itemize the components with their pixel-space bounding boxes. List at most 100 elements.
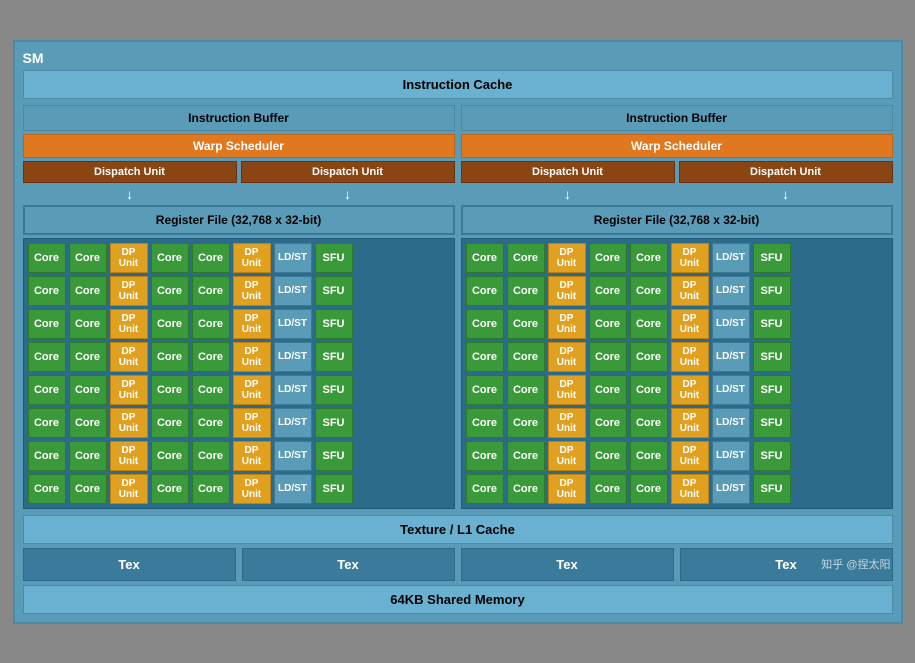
core: Core xyxy=(69,309,107,339)
left-arrow-2: ↓ xyxy=(241,186,455,202)
core: Core xyxy=(507,474,545,504)
dp-unit: DPUnit xyxy=(548,474,586,504)
core: Core xyxy=(507,276,545,306)
core: Core xyxy=(466,441,504,471)
instruction-cache: Instruction Cache xyxy=(23,70,893,99)
left-core-row-5: Core Core DPUnit Core Core DPUnit LD/ST … xyxy=(28,375,450,405)
core: Core xyxy=(28,276,66,306)
sfu: SFU xyxy=(315,276,353,306)
dp-unit: DPUnit xyxy=(233,375,271,405)
sfu: SFU xyxy=(315,309,353,339)
core: Core xyxy=(630,276,668,306)
core: Core xyxy=(192,408,230,438)
core: Core xyxy=(192,474,230,504)
sfu: SFU xyxy=(753,309,791,339)
core: Core xyxy=(589,243,627,273)
ldst: LD/ST xyxy=(274,375,312,405)
core: Core xyxy=(151,243,189,273)
right-dispatch-row: Dispatch Unit Dispatch Unit xyxy=(461,161,893,183)
core: Core xyxy=(630,474,668,504)
left-dispatch-unit-1: Dispatch Unit xyxy=(23,161,237,183)
core: Core xyxy=(507,441,545,471)
right-arrow-1: ↓ xyxy=(461,186,675,202)
right-dispatch-unit-1: Dispatch Unit xyxy=(461,161,675,183)
ldst: LD/ST xyxy=(274,243,312,273)
sfu: SFU xyxy=(753,276,791,306)
left-core-row-3: Core Core DPUnit Core Core DPUnit LD/ST … xyxy=(28,309,450,339)
right-core-row-3: Core Core DPUnit Core Core DPUnit LD/ST … xyxy=(466,309,888,339)
dp-unit: DPUnit xyxy=(548,441,586,471)
core: Core xyxy=(69,474,107,504)
right-core-row-4: Core Core DPUnit Core Core DPUnit LD/ST … xyxy=(466,342,888,372)
dp-unit: DPUnit xyxy=(110,342,148,372)
core: Core xyxy=(589,441,627,471)
left-core-row-7: Core Core DPUnit Core Core DPUnit LD/ST … xyxy=(28,441,450,471)
right-core-row-5: Core Core DPUnit Core Core DPUnit LD/ST … xyxy=(466,375,888,405)
dp-unit: DPUnit xyxy=(548,408,586,438)
left-warp-scheduler: Warp Scheduler xyxy=(23,134,455,158)
tex-1: Tex xyxy=(23,548,236,581)
two-column-layout: Instruction Buffer Warp Scheduler Dispat… xyxy=(23,105,893,509)
dp-unit: DPUnit xyxy=(548,375,586,405)
texture-l1-cache: Texture / L1 Cache xyxy=(23,515,893,544)
sfu: SFU xyxy=(753,408,791,438)
ldst: LD/ST xyxy=(274,276,312,306)
dp-unit: DPUnit xyxy=(110,474,148,504)
ldst: LD/ST xyxy=(712,408,750,438)
core: Core xyxy=(466,408,504,438)
core: Core xyxy=(630,342,668,372)
core: Core xyxy=(589,375,627,405)
left-register-file: Register File (32,768 x 32-bit) xyxy=(23,205,455,235)
core: Core xyxy=(630,243,668,273)
core: Core xyxy=(630,375,668,405)
ldst: LD/ST xyxy=(712,276,750,306)
core: Core xyxy=(192,309,230,339)
left-arrow-1: ↓ xyxy=(23,186,237,202)
core: Core xyxy=(589,342,627,372)
sfu: SFU xyxy=(315,375,353,405)
core: Core xyxy=(466,309,504,339)
right-register-file: Register File (32,768 x 32-bit) xyxy=(461,205,893,235)
core: Core xyxy=(466,276,504,306)
sfu: SFU xyxy=(753,342,791,372)
core: Core xyxy=(589,474,627,504)
dp-unit: DPUnit xyxy=(233,408,271,438)
dp-unit: DPUnit xyxy=(110,441,148,471)
dp-unit: DPUnit xyxy=(110,309,148,339)
core: Core xyxy=(69,276,107,306)
core: Core xyxy=(589,309,627,339)
dp-unit: DPUnit xyxy=(110,408,148,438)
right-arrow-row: ↓ ↓ xyxy=(461,186,893,202)
core: Core xyxy=(630,309,668,339)
left-arrow-row: ↓ ↓ xyxy=(23,186,455,202)
tex-3: Tex xyxy=(461,548,674,581)
dp-unit: DPUnit xyxy=(233,309,271,339)
core: Core xyxy=(589,276,627,306)
dp-unit: DPUnit xyxy=(671,276,709,306)
dp-unit: DPUnit xyxy=(233,441,271,471)
dp-unit: DPUnit xyxy=(110,375,148,405)
core: Core xyxy=(507,309,545,339)
right-half: Instruction Buffer Warp Scheduler Dispat… xyxy=(461,105,893,509)
dp-unit: DPUnit xyxy=(671,309,709,339)
left-dispatch-unit-2: Dispatch Unit xyxy=(241,161,455,183)
right-core-row-2: Core Core DPUnit Core Core DPUnit LD/ST … xyxy=(466,276,888,306)
core: Core xyxy=(151,276,189,306)
ldst: LD/ST xyxy=(274,309,312,339)
sfu: SFU xyxy=(315,474,353,504)
core: Core xyxy=(28,243,66,273)
core: Core xyxy=(151,408,189,438)
dp-unit: DPUnit xyxy=(110,243,148,273)
sfu: SFU xyxy=(315,441,353,471)
right-instruction-buffer: Instruction Buffer xyxy=(461,105,893,131)
core: Core xyxy=(151,474,189,504)
watermark: 知乎 @捏太阳 xyxy=(821,556,890,572)
tex-2: Tex xyxy=(242,548,455,581)
dp-unit: DPUnit xyxy=(671,441,709,471)
ldst: LD/ST xyxy=(274,408,312,438)
right-core-row-1: Core Core DPUnit Core Core DPUnit LD/ST … xyxy=(466,243,888,273)
right-core-row-7: Core Core DPUnit Core Core DPUnit LD/ST … xyxy=(466,441,888,471)
sm-container: SM Instruction Cache Instruction Buffer … xyxy=(13,40,903,624)
dp-unit: DPUnit xyxy=(233,276,271,306)
dp-unit: DPUnit xyxy=(671,474,709,504)
